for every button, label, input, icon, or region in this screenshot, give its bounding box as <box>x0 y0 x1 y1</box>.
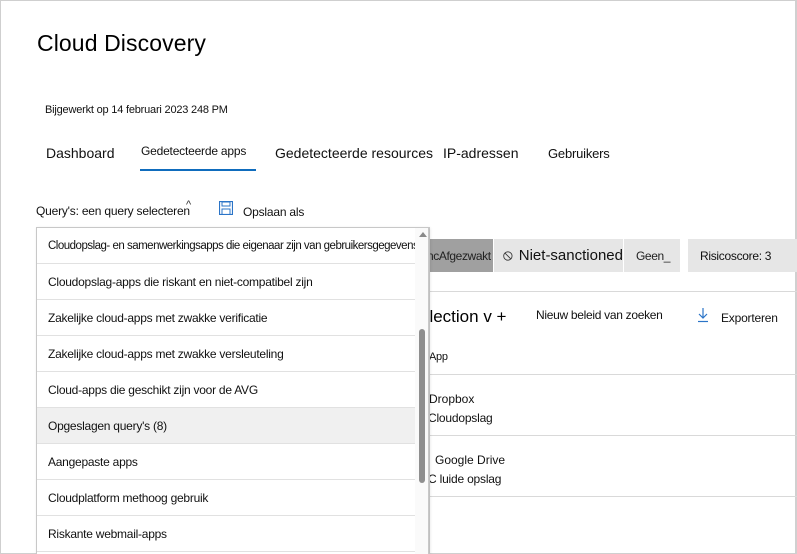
save-icon[interactable] <box>219 201 233 215</box>
filter-none[interactable]: Geen_ <box>624 239 680 272</box>
app-category: C luide opslag <box>428 472 502 486</box>
filter-sanctioned[interactable]: ncAfgezwakt <box>420 239 493 272</box>
column-header-app[interactable]: App <box>429 351 448 363</box>
query-option[interactable]: Aangepaste apps <box>37 444 415 480</box>
page-title: Cloud Discovery <box>37 30 206 56</box>
table-divider <box>430 496 797 497</box>
filter-unsanctioned[interactable]: Niet-sanctioned <box>494 239 623 272</box>
query-dropdown-list[interactable]: Cloudopslag- en samenwerkingsapps die ei… <box>36 227 429 554</box>
tab-users[interactable]: Gebruikers <box>548 146 610 161</box>
tab-discovered-apps[interactable]: Gedetecteerde apps <box>141 144 246 158</box>
download-icon[interactable] <box>697 307 709 323</box>
divider <box>430 291 797 292</box>
query-option[interactable]: Cloudopslag-apps die riskant en niet-com… <box>37 264 415 300</box>
table-divider <box>430 374 797 375</box>
dropdown-scrollbar[interactable] <box>415 228 428 554</box>
ban-icon <box>503 250 513 261</box>
query-option[interactable]: Riskante webmail-apps <box>37 516 415 552</box>
table-divider <box>430 435 797 436</box>
query-select[interactable]: Query's: een query selecteren <box>36 204 190 218</box>
app-name[interactable]: Google Drive <box>435 453 505 467</box>
last-updated-text: Bijgewerkt op 14 februari 2023 248 PM <box>45 104 228 116</box>
query-option[interactable]: Cloudopslag- en samenwerkingsapps die ei… <box>37 228 419 264</box>
tab-ip-addresses[interactable]: IP-adressen <box>443 145 518 161</box>
query-option-saved-queries[interactable]: Opgeslagen query's (8) <box>37 408 415 444</box>
new-policy-from-search-button[interactable]: Nieuw beleid van zoeken <box>536 308 663 322</box>
filter-none-label: Geen_ <box>636 248 671 263</box>
query-option[interactable]: Cloudplatform methoog gebruik <box>37 480 415 516</box>
active-tab-indicator <box>140 169 256 171</box>
export-button[interactable]: Exporteren <box>721 311 778 325</box>
save-as-button[interactable]: Opslaan als <box>243 205 304 219</box>
scroll-up-arrow-icon[interactable] <box>419 232 427 237</box>
query-option[interactable]: Zakelijke cloud-apps met zwakke verifica… <box>37 300 415 336</box>
query-option[interactable]: Zakelijke cloud-apps met zwakke versleut… <box>37 336 415 372</box>
panel-border <box>429 227 430 554</box>
filter-sanctioned-label: ncAfgezwakt <box>427 248 491 263</box>
selection-dropdown[interactable]: election v + <box>420 307 506 327</box>
tab-discovered-resources[interactable]: Gedetecteerde resources <box>275 145 433 161</box>
filter-risk-score[interactable]: Risicoscore: 3 <box>688 239 797 272</box>
chevron-up-icon[interactable]: ^ <box>186 199 191 211</box>
app-category: Cloudopslag <box>428 411 493 425</box>
tab-dashboard[interactable]: Dashboard <box>46 145 115 161</box>
filter-unsanctioned-label: Niet-sanctioned <box>518 247 623 264</box>
scrollbar-thumb[interactable] <box>419 329 425 483</box>
query-option[interactable]: Cloud-apps die geschikt zijn voor de AVG <box>37 372 415 408</box>
filter-risk-score-label: Risicoscore: 3 <box>700 248 772 263</box>
app-name[interactable]: Dropbox <box>429 392 474 406</box>
